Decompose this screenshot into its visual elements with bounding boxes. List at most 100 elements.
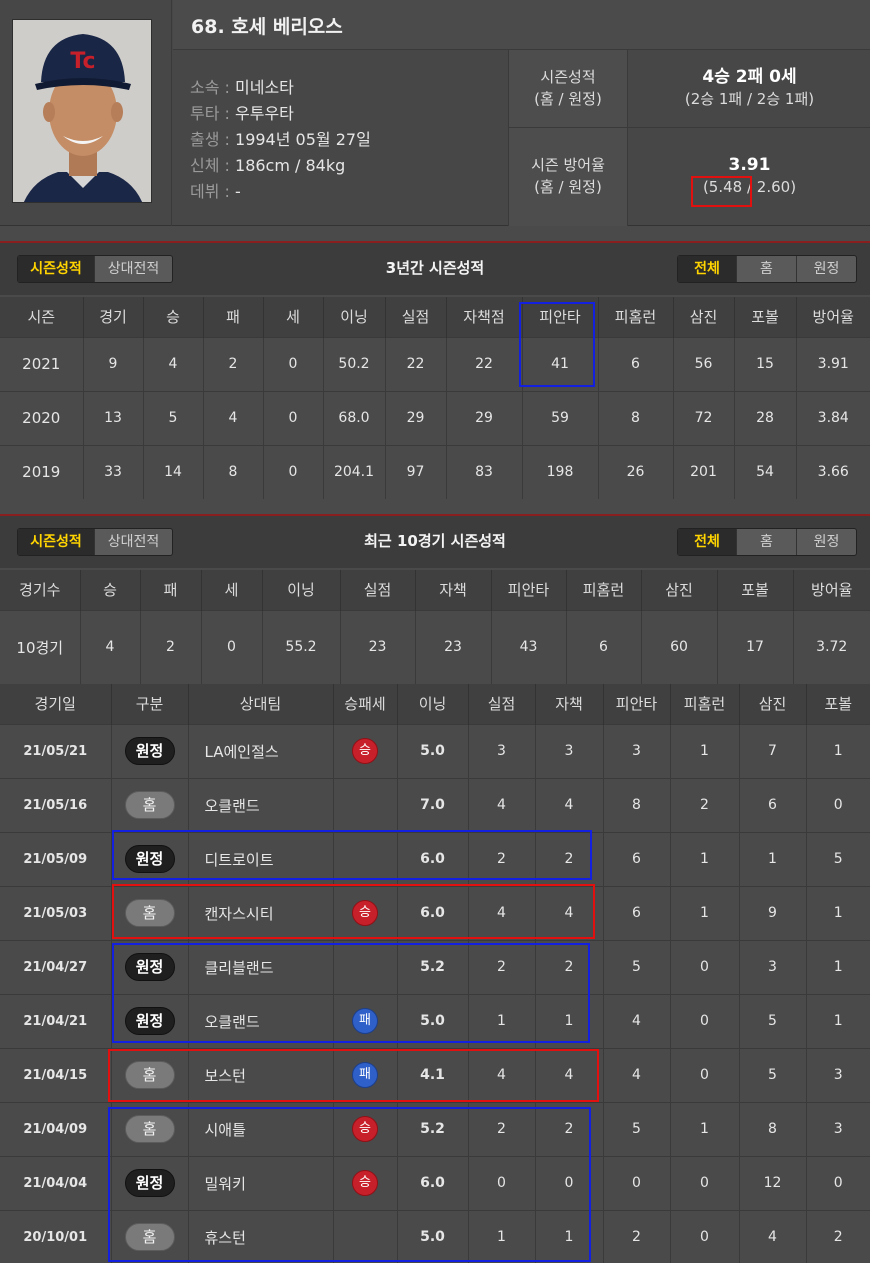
filter-away[interactable]: 원정 (797, 529, 856, 555)
opponent: 휴스턴 (187, 1209, 333, 1263)
col-win: 승 (142, 297, 203, 337)
col-loss: 패 (202, 297, 263, 337)
player-info: 소속 : 미네소타 투타 : 우투우타 출생 : 1994년 05월 27일 신… (190, 74, 500, 204)
decision-cell: 승 (332, 1101, 397, 1156)
home-runs: 0 (669, 939, 739, 994)
season-record-label: 시즌성적 (540, 68, 596, 86)
venue-badge: 원정 (124, 845, 175, 873)
table-row: 21/05/16 홈 오클랜드 7.0 4 4 8 2 6 0 (0, 777, 870, 832)
opponent: 시애틀 (187, 1101, 333, 1156)
home-runs: 1 (669, 1101, 739, 1156)
three-year-header-row: 시즌 경기 승 패 세 이닝 실점 자책점 피안타 피홈런 삼진 포볼 방어율 (0, 297, 870, 337)
runs: 3 (467, 723, 535, 778)
home-runs: 1 (669, 831, 739, 886)
earned-runs: 4 (534, 777, 603, 832)
decision-badge: 패 (352, 1008, 378, 1034)
hits: 4 (602, 1047, 670, 1102)
walks: 3 (805, 1047, 870, 1102)
home-runs: 1 (669, 723, 739, 778)
info-debut: 데뷔 : - (190, 182, 241, 201)
earned-runs: 1 (534, 993, 603, 1048)
opponent: 캔자스시티 (187, 885, 333, 940)
hits: 5 (602, 1101, 670, 1156)
hits: 6 (602, 831, 670, 886)
filter-all[interactable]: 전체 (678, 529, 737, 555)
player-name-bar: 68. 호세 베리오스 (173, 0, 870, 50)
player-photo: Tc (12, 19, 152, 203)
filter-home[interactable]: 홈 (737, 256, 797, 282)
earned-runs: 4 (534, 1047, 603, 1102)
col-hits: 피안타 (521, 297, 598, 337)
strikeouts: 5 (738, 1047, 806, 1102)
filter-all[interactable]: 전체 (678, 256, 737, 282)
decision-cell: 패 (332, 1047, 397, 1102)
decision-cell (332, 777, 397, 832)
venue-badge: 홈 (124, 1061, 175, 1089)
venue-badge: 홈 (124, 1223, 175, 1252)
season-record-total: 4승 2패 0세 (702, 67, 797, 87)
game-date: 21/05/03 (0, 885, 111, 940)
filter-away[interactable]: 원정 (797, 256, 856, 282)
photo-area: Tc (0, 0, 172, 226)
three-year-header: 시즌성적 상대전적 3년간 시즌성적 전체 홈 원정 (0, 241, 870, 295)
venue-cell: 원정 (110, 723, 188, 778)
svg-text:Tc: Tc (70, 49, 95, 74)
decision-badge: 승 (352, 1116, 378, 1142)
strikeouts: 4 (738, 1209, 806, 1263)
hits: 8 (602, 777, 670, 832)
runs: 2 (467, 1101, 535, 1156)
home-runs: 2 (669, 777, 739, 832)
innings: 6.0 (396, 885, 468, 940)
strikeouts: 3 (738, 939, 806, 994)
runs: 4 (467, 777, 535, 832)
info-team: 소속 : 미네소타 (190, 78, 294, 97)
runs: 2 (467, 831, 535, 886)
home-runs: 0 (669, 993, 739, 1048)
decision-badge: 승 (352, 738, 378, 764)
strikeouts: 7 (738, 723, 806, 778)
strikeouts: 1 (738, 831, 806, 886)
earned-runs: 1 (534, 1209, 603, 1263)
section2-filter: 전체 홈 원정 (677, 528, 857, 556)
table-row: 21/05/09 원정 디트로이트 6.0 2 2 6 1 1 5 (0, 831, 870, 886)
season-era-box: 시즌 방어율 (홈 / 원정) 3.91 (5.48 / 2.60) (508, 128, 870, 226)
game-date: 20/10/01 (0, 1209, 111, 1263)
season-record-split: (2승 1패 / 2승 1패) (684, 90, 815, 108)
opponent: 디트로이트 (187, 831, 333, 886)
game-date: 21/04/04 (0, 1155, 111, 1210)
decision-cell (332, 939, 397, 994)
col-runs: 실점 (384, 297, 446, 337)
info-body: 신체 : 186cm / 84kg (190, 156, 346, 175)
hits: 4 (602, 993, 670, 1048)
table-row: 21/04/04 원정 밀워키 승 6.0 0 0 0 0 12 0 (0, 1155, 870, 1210)
game-date: 21/04/15 (0, 1047, 111, 1102)
col-so: 삼진 (672, 297, 734, 337)
table-row: 20/10/01 홈 휴스턴 5.0 1 1 2 0 4 2 (0, 1209, 870, 1263)
recent10-header-row: 경기수 승 패 세 이닝 실점 자책 피안타 피홈런 삼진 포볼 방어율 (0, 570, 870, 610)
game-date: 21/04/21 (0, 993, 111, 1048)
col-games: 경기 (82, 297, 143, 337)
game-date: 21/05/09 (0, 831, 111, 886)
filter-home[interactable]: 홈 (737, 529, 797, 555)
three-year-body: 2021 9 4 2 0 50.2 22 22 41 6 56 15 3.91 2020 13 5 4 0 68.… (0, 336, 870, 499)
walks: 0 (805, 777, 870, 832)
col-save: 세 (262, 297, 323, 337)
innings: 6.0 (396, 1155, 468, 1210)
game-date: 21/04/27 (0, 939, 111, 994)
decision-cell (332, 1209, 397, 1263)
decision-cell (332, 831, 397, 886)
venue-badge: 홈 (124, 1115, 175, 1143)
innings: 5.0 (396, 723, 468, 778)
innings: 5.2 (396, 1101, 468, 1156)
opponent: 오클랜드 (187, 777, 333, 832)
innings: 5.0 (396, 1209, 468, 1263)
venue-cell: 원정 (110, 1155, 188, 1210)
col-earned-runs: 자책점 (445, 297, 522, 337)
decision-cell: 승 (332, 885, 397, 940)
three-year-table: 시즌 경기 승 패 세 이닝 실점 자책점 피안타 피홈런 삼진 포볼 방어율 … (0, 297, 870, 499)
col-innings: 이닝 (322, 297, 385, 337)
game-date: 21/04/09 (0, 1101, 111, 1156)
earned-runs: 0 (534, 1155, 603, 1210)
decision-cell: 승 (332, 1155, 397, 1210)
season-era-label: 시즌 방어율 (531, 156, 605, 174)
